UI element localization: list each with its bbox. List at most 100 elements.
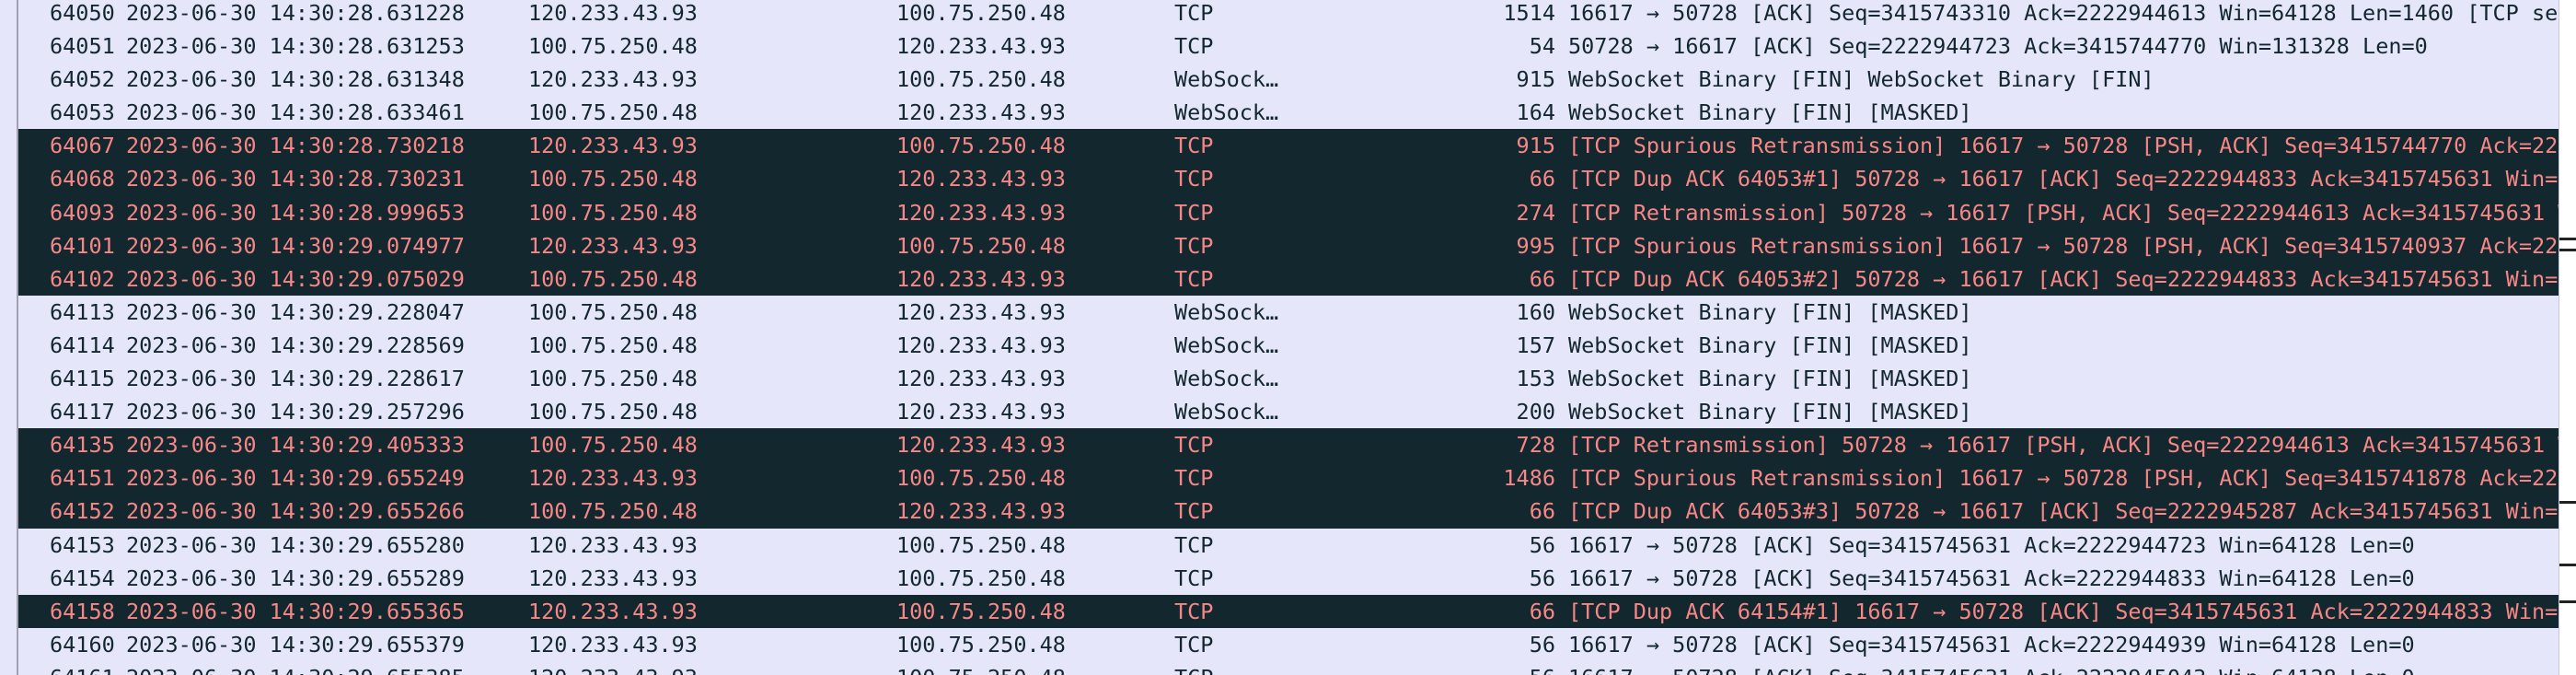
packet-row[interactable]: 64053 2023-06-30 14:30:28.633461 100.75.25… (0, 96, 2559, 130)
packet-source: 120.233.43.93 (528, 631, 698, 658)
packet-source: 100.75.250.48 (528, 298, 698, 325)
packet-row[interactable]: 64093 2023-06-30 14:30:28.999653 100.75.25… (0, 195, 2562, 229)
packet-row[interactable]: 64151 2023-06-30 14:30:29.655249 120.233.4… (0, 461, 2562, 495)
packet-info: WebSocket Binary [FIN] [MASKED] (1568, 399, 1972, 425)
packet-destination: 120.233.43.93 (896, 399, 1066, 425)
packet-source: 120.233.43.93 (528, 564, 698, 591)
packet-length: 915 (1516, 66, 1555, 93)
packet-protocol: TCP (1174, 432, 1214, 459)
packet-length: 728 (1516, 432, 1555, 459)
packet-info: [TCP Dup ACK 64053#1] 50728 → 16617 [ACK… (1568, 166, 2562, 192)
packet-protocol: TCP (1174, 33, 1214, 60)
packet-source: 100.75.250.48 (528, 498, 698, 525)
packet-info: 16617 → 50728 [ACK] Seq=3415743310 Ack=2… (1568, 0, 2562, 26)
packet-time: 2023-06-30 14:30:29.655266 (126, 498, 465, 525)
packet-destination: 120.233.43.93 (896, 366, 1066, 392)
packet-length: 66 (1529, 498, 1555, 525)
packet-length: 1514 (1503, 0, 1555, 26)
packet-number: 64102 (50, 265, 115, 292)
packet-time: 2023-06-30 14:30:28.631228 (126, 0, 465, 26)
packet-list[interactable]: 64050 2023-06-30 14:30:28.631228 120.233.4… (0, 0, 2576, 675)
packet-row[interactable]: 64051 2023-06-30 14:30:28.631253 100.75.25… (0, 29, 2559, 64)
packet-info: [TCP Spurious Retransmission] 16617 → 50… (1568, 232, 2562, 259)
packet-info: WebSocket Binary [FIN] [MASKED] (1568, 298, 1972, 325)
packet-row[interactable]: 64158 2023-06-30 14:30:29.655365 120.233.4… (0, 594, 2562, 628)
packet-source: 120.233.43.93 (528, 531, 698, 558)
packet-protocol: WebSock… (1174, 332, 1279, 358)
packet-source: 120.233.43.93 (528, 0, 698, 26)
packet-number: 64101 (50, 232, 115, 259)
packet-info: 50728 → 16617 [ACK] Seq=2222944723 Ack=3… (1568, 33, 2428, 60)
vertical-scrollbar[interactable] (2559, 0, 2576, 675)
packet-destination: 120.233.43.93 (896, 166, 1066, 192)
packet-number: 64051 (50, 33, 115, 60)
packet-row[interactable]: 64052 2023-06-30 14:30:28.631348 120.233.4… (0, 63, 2559, 97)
packet-info: WebSocket Binary [FIN] [MASKED] (1568, 332, 1972, 358)
packet-source: 100.75.250.48 (528, 33, 698, 60)
packet-time: 2023-06-30 14:30:29.228569 (126, 332, 465, 358)
packet-row[interactable]: 64160 2023-06-30 14:30:29.655379 120.233.4… (0, 627, 2559, 661)
packet-row[interactable]: 64117 2023-06-30 14:30:29.257296 100.75.25… (0, 395, 2559, 429)
packet-length: 157 (1516, 332, 1555, 358)
packet-number: 64158 (50, 598, 115, 624)
packet-destination: 120.233.43.93 (896, 298, 1066, 325)
packet-info: [TCP Dup ACK 64053#2] 50728 → 16617 [ACK… (1568, 265, 2562, 292)
packet-time: 2023-06-30 14:30:28.730231 (126, 166, 465, 192)
packet-row[interactable]: 64154 2023-06-30 14:30:29.655289 120.233.4… (0, 561, 2559, 595)
packet-time: 2023-06-30 14:30:29.655365 (126, 598, 465, 624)
packet-protocol: TCP (1174, 631, 1214, 658)
packet-info: 16617 → 50728 [ACK] Seq=3415745631 Ack=2… (1568, 631, 2415, 658)
packet-row[interactable]: 64113 2023-06-30 14:30:29.228047 100.75.25… (0, 295, 2559, 329)
packet-row[interactable]: 64135 2023-06-30 14:30:29.405333 100.75.25… (0, 428, 2562, 462)
packet-protocol: WebSock… (1174, 298, 1279, 325)
packet-destination: 100.75.250.48 (896, 232, 1066, 259)
packet-number: 64050 (50, 0, 115, 26)
packet-list-gutter (0, 0, 18, 675)
packet-protocol: WebSock… (1174, 399, 1279, 425)
packet-protocol: TCP (1174, 465, 1214, 492)
packet-source: 120.233.43.93 (528, 133, 698, 159)
packet-info: WebSocket Binary [FIN] [MASKED] (1568, 99, 1972, 126)
packet-number: 64154 (50, 564, 115, 591)
packet-protocol: TCP (1174, 232, 1214, 259)
packet-time: 2023-06-30 14:30:28.631348 (126, 66, 465, 93)
packet-time: 2023-06-30 14:30:29.655379 (126, 631, 465, 658)
packet-destination: 100.75.250.48 (896, 598, 1066, 624)
packet-info: [TCP Spurious Retransmission] 16617 → 50… (1568, 465, 2562, 492)
packet-number: 64153 (50, 531, 115, 558)
packet-row[interactable]: 64067 2023-06-30 14:30:28.730218 120.233.4… (0, 129, 2562, 163)
packet-destination: 100.75.250.48 (896, 531, 1066, 558)
packet-source: 120.233.43.93 (528, 661, 878, 675)
packet-row[interactable]: 64153 2023-06-30 14:30:29.655280 120.233.4… (0, 528, 2559, 562)
packet-time: 2023-06-30 14:30:28.999653 (126, 199, 465, 226)
packet-row[interactable]: 64152 2023-06-30 14:30:29.655266 100.75.25… (0, 495, 2562, 529)
packet-row[interactable]: 64101 2023-06-30 14:30:29.074977 120.233.4… (0, 228, 2562, 262)
scrollbar-marker (2559, 249, 2576, 251)
packet-number: 64117 (50, 399, 115, 425)
packet-number: 64152 (50, 498, 115, 525)
packet-row[interactable]: 64102 2023-06-30 14:30:29.075029 100.75.25… (0, 262, 2562, 296)
packet-destination: 100.75.250.48 (896, 661, 1172, 675)
packet-destination: 100.75.250.48 (896, 564, 1066, 591)
scrollbar-marker (2559, 501, 2576, 504)
packet-info: [TCP Spurious Retransmission] 16617 → 50… (1568, 133, 2562, 159)
packet-number: 64093 (50, 199, 115, 226)
packet-number: 64135 (50, 432, 115, 459)
packet-length: 164 (1516, 99, 1555, 126)
packet-source: 100.75.250.48 (528, 265, 698, 292)
packet-number: 64160 (50, 631, 115, 658)
packet-row[interactable]: 64114 2023-06-30 14:30:29.228569 100.75.25… (0, 328, 2559, 363)
packet-destination: 120.233.43.93 (896, 199, 1066, 226)
packet-row[interactable]: 64068 2023-06-30 14:30:28.730231 100.75.25… (0, 162, 2562, 196)
packet-info: WebSocket Binary [FIN] [MASKED] (1568, 366, 1972, 392)
packet-protocol: TCP (1174, 0, 1214, 26)
scrollbar-marker (2559, 564, 2576, 566)
packet-row[interactable]: 64050 2023-06-30 14:30:28.631228 120.233.4… (0, 0, 2562, 30)
packet-protocol: WebSock… (1174, 66, 1279, 93)
packet-row[interactable]: 64115 2023-06-30 14:30:29.228617 100.75.25… (0, 362, 2559, 396)
packet-time: 2023-06-30 14:30:29.228617 (126, 366, 465, 392)
packet-length: 56 (1529, 631, 1555, 658)
packet-source: 100.75.250.48 (528, 99, 698, 126)
packet-row[interactable]: 641612023-06-30 14:30:29.655385 120.233.4… (0, 660, 2559, 675)
packet-info: [TCP Retransmission] 50728 → 16617 [PSH,… (1568, 199, 2562, 226)
